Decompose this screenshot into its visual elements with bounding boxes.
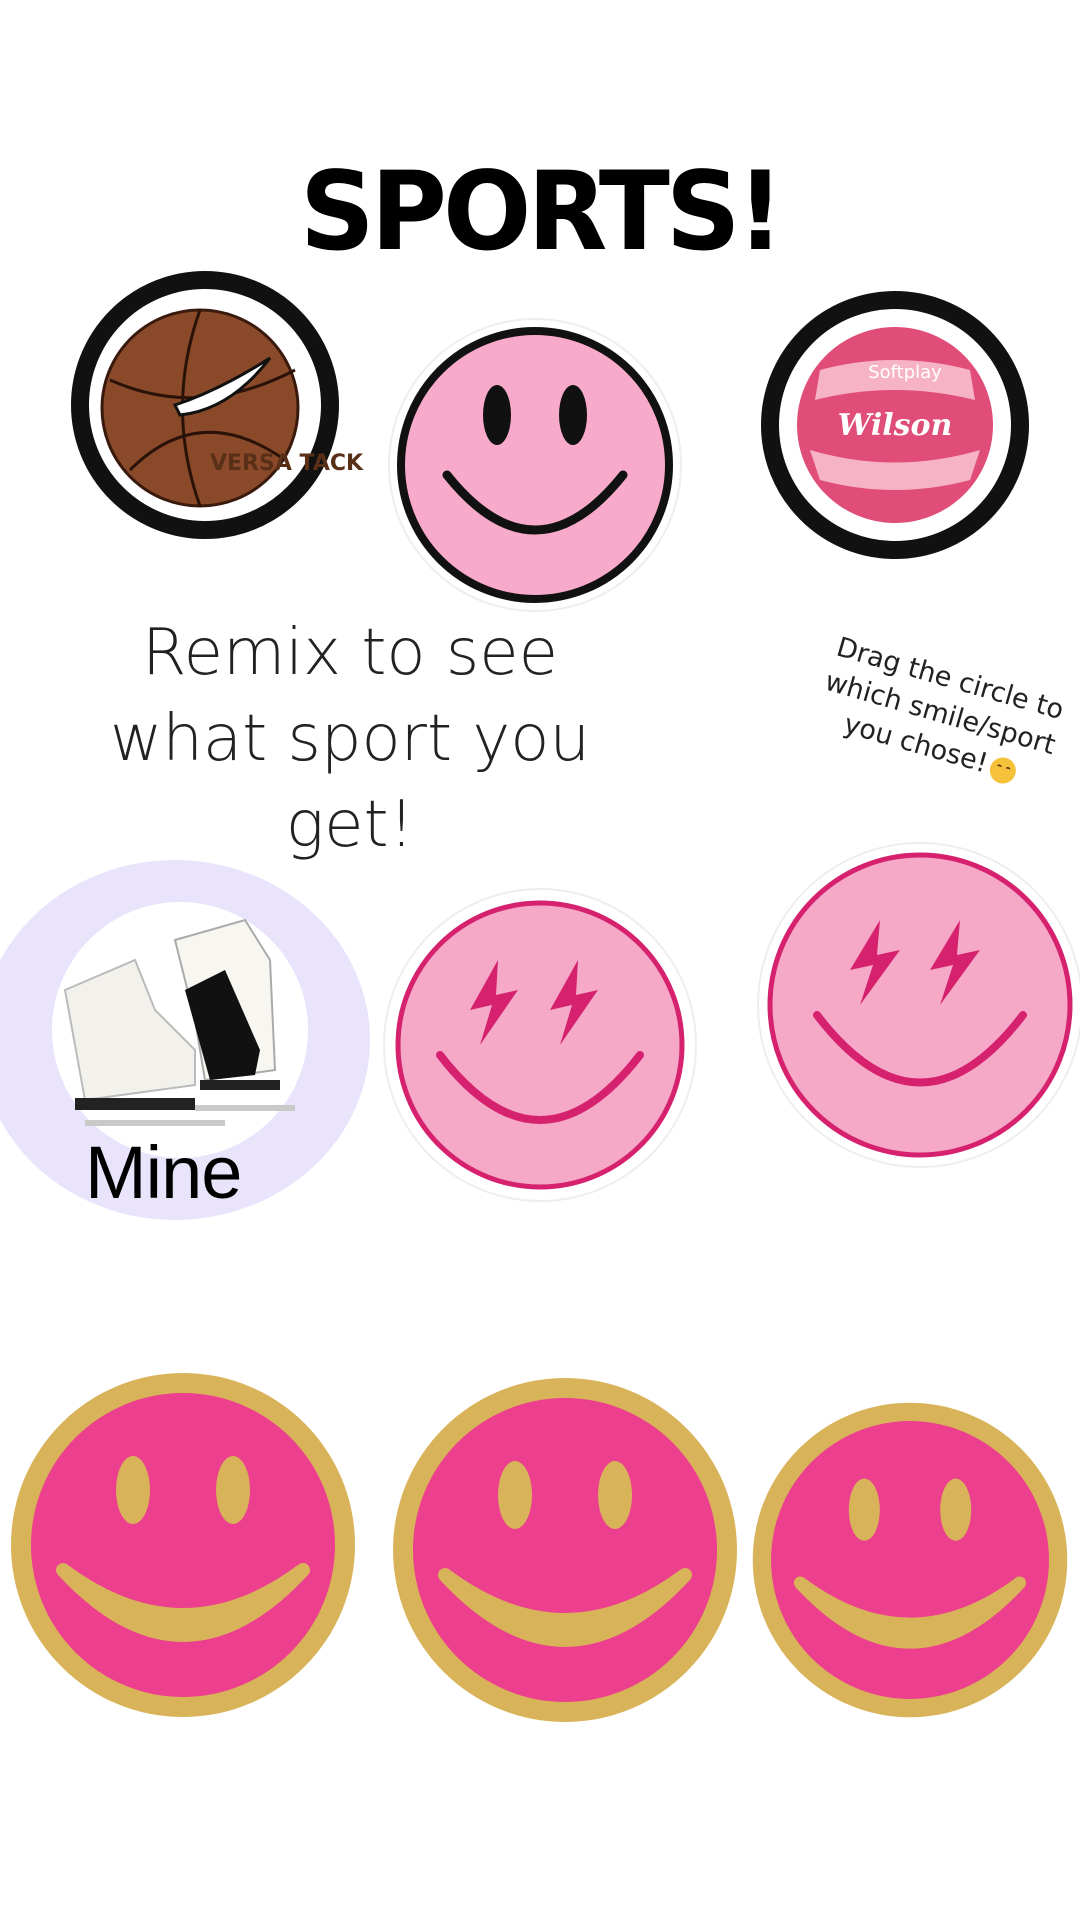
volleyball-sticker[interactable]: Wilson Softplay bbox=[760, 290, 1030, 560]
instruction-line-2: what sport you bbox=[109, 702, 591, 776]
gold-pink-smiley-icon bbox=[752, 1402, 1068, 1718]
lightning-smiley-sticker-1[interactable] bbox=[380, 885, 700, 1205]
volleyball-brand-text: Wilson bbox=[838, 408, 953, 443]
lightning-eyes-smiley-icon bbox=[395, 900, 685, 1190]
page-title: SPORTS! bbox=[299, 146, 784, 276]
mine-label: Mine bbox=[85, 1131, 242, 1214]
gold-pink-smiley-icon bbox=[11, 1373, 355, 1717]
instruction-text: Remix to see what sport you get! bbox=[100, 610, 600, 868]
lightning-eyes-smiley-icon bbox=[767, 852, 1073, 1158]
volleyball-icon: Wilson Softplay bbox=[797, 327, 993, 523]
volleyball-sub-text: Softplay bbox=[868, 362, 942, 383]
ice-skates-sticker[interactable] bbox=[45, 900, 315, 1160]
gold-smiley-sticker-3[interactable] bbox=[750, 1400, 1070, 1720]
instruction-line-3: get! bbox=[285, 788, 415, 862]
smiling-face-emoji-icon bbox=[986, 753, 1020, 787]
lightning-smiley-sticker-2[interactable] bbox=[755, 840, 1080, 1170]
instruction-line-1: Remix to see bbox=[142, 616, 558, 690]
drag-note: Drag the circle to which smile/sport you… bbox=[791, 624, 1080, 805]
basketball-sticker[interactable]: VERSA TACK bbox=[70, 270, 364, 540]
gold-smiley-sticker-2[interactable] bbox=[390, 1375, 740, 1725]
pink-smiley-sticker[interactable] bbox=[385, 315, 685, 615]
pink-smiley-face-icon bbox=[397, 327, 673, 603]
gold-pink-smiley-icon bbox=[393, 1378, 737, 1722]
gold-smiley-sticker-1[interactable] bbox=[8, 1370, 358, 1720]
basketball-brand-text: VERSA TACK bbox=[210, 451, 364, 476]
